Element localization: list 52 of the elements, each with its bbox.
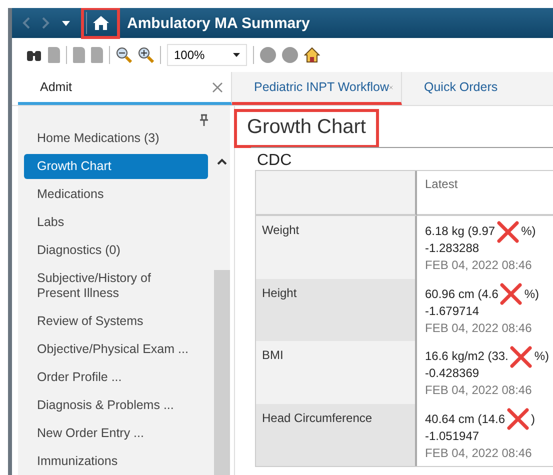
measurement-value: %) — [534, 348, 550, 365]
row-label: Weight — [256, 216, 417, 278]
zoom-in-icon[interactable] — [138, 47, 154, 63]
measurement-date: FEB 04, 2022 08:46 — [425, 320, 533, 336]
z-score: -0.428369 — [425, 365, 480, 382]
sidebar-item[interactable]: Diagnostics (0) — [24, 238, 208, 263]
measurement-date: FEB 04, 2022 08:46 — [425, 444, 533, 462]
row-label: Head Circumference — [256, 404, 417, 466]
sidebar-item[interactable]: Subjective/History of Present Illness — [24, 266, 208, 306]
sidebar-item[interactable]: Objective/Physical Exam ... — [24, 337, 208, 362]
sidebar-item[interactable]: New Order Entry ... — [24, 421, 208, 446]
tab[interactable]: Admit — [18, 72, 232, 105]
sidebar-item[interactable]: Medications — [24, 182, 208, 207]
scroll-up-icon[interactable] — [217, 158, 227, 165]
caret-icon — [233, 53, 240, 57]
row-label: BMI — [256, 341, 417, 404]
zoom-dropdown[interactable]: 100% — [167, 44, 247, 66]
sidebar-item[interactable]: Review of Systems — [24, 309, 208, 334]
measurement-date: FEB 04, 2022 08:46 — [425, 382, 533, 399]
row-label: Height — [256, 278, 417, 341]
sidebar-item[interactable]: Growth Chart — [24, 154, 208, 179]
tab[interactable]: Quick Orders — [402, 72, 553, 105]
measurement-value: %) — [521, 223, 536, 240]
circle-icon[interactable] — [260, 47, 276, 63]
z-score: -1.051947 — [425, 428, 480, 444]
sidebar-item[interactable]: Labs — [24, 210, 208, 235]
pin-icon[interactable] — [200, 114, 208, 126]
measurement-value: ) — [531, 410, 536, 428]
scrollbar-thumb[interactable] — [214, 270, 230, 475]
window-title: Ambulatory MA Summary — [127, 14, 310, 32]
measurement-value: 16.6 kg/m2 (33. — [425, 348, 508, 365]
measurement-value: 60.96 cm (4.6 — [425, 286, 498, 302]
home-icon — [93, 16, 109, 30]
sidebar-item[interactable]: Home Medications (3) — [24, 126, 208, 151]
measurement-date: FEB 04, 2022 08:46 — [425, 257, 533, 274]
z-score: -1.283288 — [425, 240, 480, 257]
zoom-out-icon[interactable] — [116, 47, 132, 63]
measurement-value: %) — [524, 286, 540, 302]
binoculars-icon[interactable] — [26, 48, 42, 62]
section-subtitle: CDC — [257, 152, 293, 170]
home-icon[interactable] — [304, 47, 320, 63]
section-title: Growth Chart — [237, 112, 376, 145]
z-score: -1.679714 — [425, 302, 480, 320]
measurement-value: 40.64 cm (14.6 — [425, 410, 506, 428]
tab[interactable]: Pediatric INPT Workflow — [232, 72, 402, 105]
sidebar-item[interactable]: Order Profile ... — [24, 365, 208, 390]
circle-icon[interactable] — [282, 47, 298, 63]
measurement-value: 6.18 kg (9.97 — [425, 223, 496, 240]
sidebar-item[interactable]: Diagnosis & Problems ... — [24, 393, 208, 418]
sidebar-item[interactable]: Immunizations — [24, 449, 208, 474]
close-icon[interactable] — [212, 82, 223, 92]
dropdown-caret-icon[interactable] — [62, 20, 70, 26]
